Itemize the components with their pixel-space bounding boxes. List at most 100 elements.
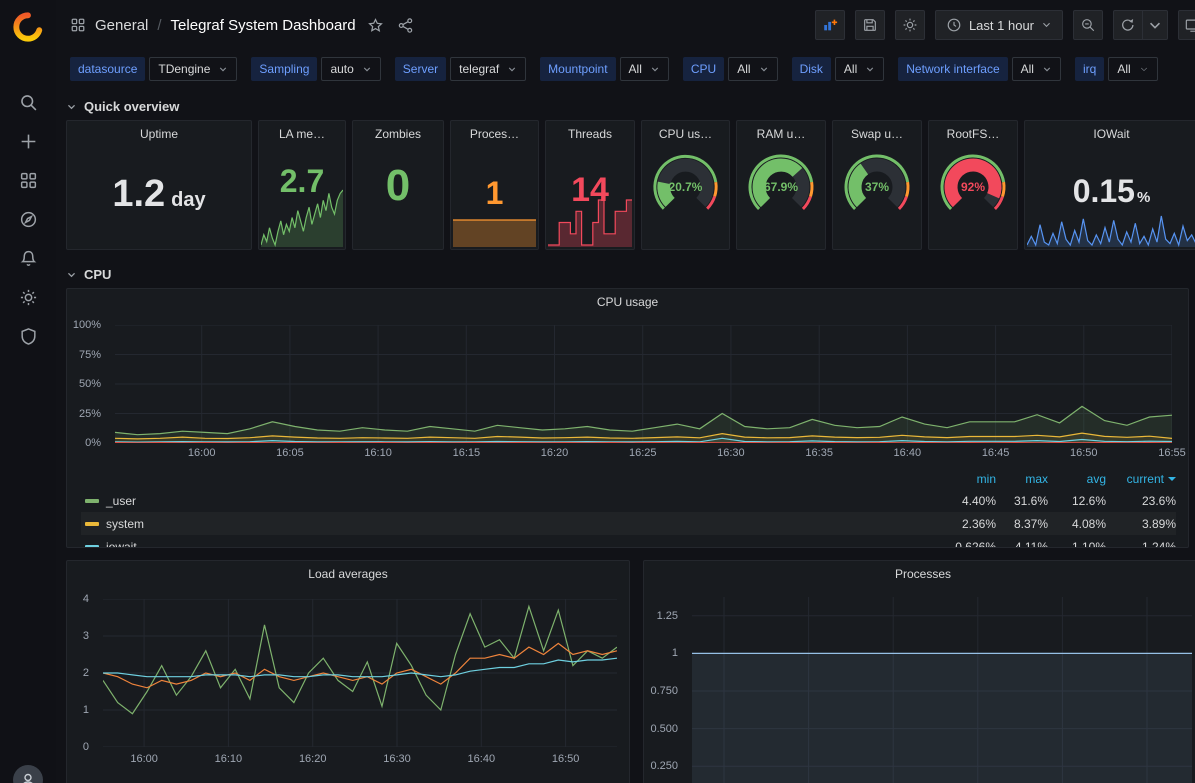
- compass-icon: [19, 210, 38, 229]
- variable-network-interface-value[interactable]: All: [1012, 57, 1061, 81]
- variable-value: All: [844, 62, 857, 76]
- swap-usage-gauge[interactable]: 37%: [833, 149, 921, 221]
- variable-datasource-value[interactable]: TDengine: [149, 57, 237, 81]
- panel-title[interactable]: Zombies: [353, 121, 443, 147]
- panel-swap-usage-gauge: Swap u… 37%: [832, 120, 922, 250]
- panel-title[interactable]: CPU usage: [67, 289, 1188, 315]
- ram-usage-gauge[interactable]: 67.9%: [737, 149, 825, 221]
- x-axis-tick: 16:00: [130, 753, 158, 765]
- zombies-value: 0: [353, 161, 443, 211]
- variable-server-value[interactable]: telegraf: [450, 57, 526, 81]
- grafana-logo[interactable]: [11, 10, 45, 44]
- page-title[interactable]: Telegraf System Dashboard: [171, 17, 356, 34]
- processes-plot[interactable]: [692, 597, 1192, 783]
- legend-value: 3.89%: [1106, 517, 1176, 531]
- series-color-swatch: [85, 545, 99, 549]
- variable-label: Disk: [792, 57, 831, 81]
- panel-title[interactable]: IOWait: [1025, 121, 1195, 147]
- x-axis-tick: 16:00: [188, 447, 216, 459]
- chevron-down-icon: [865, 64, 875, 74]
- panel-title[interactable]: RAM u…: [737, 121, 825, 147]
- variable-label: Sampling: [251, 57, 317, 81]
- variable-sampling-value[interactable]: auto: [321, 57, 380, 81]
- sidebar-item-configuration[interactable]: [8, 281, 48, 313]
- panel-title[interactable]: Threads: [546, 121, 634, 147]
- panel-title[interactable]: LA me…: [259, 121, 345, 147]
- x-axis-tick: 16:55: [1158, 447, 1186, 459]
- bell-icon: [19, 249, 38, 268]
- row-quick-overview[interactable]: Quick overview: [66, 92, 1195, 120]
- sidebar-item-dashboards[interactable]: [8, 164, 48, 196]
- user-avatar[interactable]: [13, 765, 43, 783]
- refresh-button[interactable]: [1113, 10, 1143, 40]
- template-variables-bar: datasource TDengine Sampling auto Server…: [56, 50, 1195, 88]
- legend-row-system[interactable]: system2.36%8.37%4.08%3.89%: [81, 512, 1176, 535]
- variable-value: telegraf: [459, 62, 499, 76]
- panel-title[interactable]: Processes: [644, 561, 1195, 587]
- variable-disk-value[interactable]: All: [835, 57, 884, 81]
- variable-label: Mountpoint: [540, 57, 615, 81]
- panel-iowait: IOWait 0.15%: [1024, 120, 1195, 250]
- sidebar-item-explore[interactable]: [8, 203, 48, 235]
- variable-cpu: CPU All: [683, 57, 778, 81]
- cpu-usage-plot[interactable]: [115, 325, 1172, 443]
- panel-threads: Threads 14: [545, 120, 635, 250]
- panel-title[interactable]: RootFS…: [929, 121, 1017, 147]
- sidebar-item-server-admin[interactable]: [8, 320, 48, 352]
- dashboard-canvas: Quick overview Uptime 1.2day LA me… 2.7 …: [56, 88, 1195, 783]
- load-averages-plot[interactable]: [103, 599, 617, 747]
- refresh-interval-dropdown[interactable]: [1143, 10, 1168, 40]
- x-axis-tick: 16:30: [717, 447, 745, 459]
- legend-row-_user[interactable]: _user4.40%31.6%12.6%23.6%: [81, 489, 1176, 512]
- variable-label: CPU: [683, 57, 724, 81]
- rootfs-gauge[interactable]: 92%: [929, 149, 1017, 221]
- legend-col-max[interactable]: max: [996, 472, 1048, 486]
- panel-title[interactable]: Load averages: [67, 561, 629, 587]
- panel-title[interactable]: CPU us…: [642, 121, 729, 147]
- variable-cpu-value[interactable]: All: [728, 57, 777, 81]
- grafana-logo-icon: [11, 10, 45, 44]
- star-dashboard-button[interactable]: [365, 15, 386, 36]
- save-dashboard-button[interactable]: [855, 10, 885, 40]
- dashboard-settings-button[interactable]: [895, 10, 925, 40]
- legend-value: 1.10%: [1048, 540, 1106, 549]
- legend-value: 8.37%: [996, 517, 1048, 531]
- shield-icon: [19, 327, 38, 346]
- variable-mountpoint-value[interactable]: All: [620, 57, 669, 81]
- variable-value: auto: [330, 62, 353, 76]
- cycle-view-button[interactable]: [1178, 10, 1195, 40]
- legend-value: 4.11%: [996, 540, 1048, 549]
- panel-processes-chart: Processes 0.2500.5000.75011.25: [643, 560, 1195, 783]
- legend-value: 2.36%: [938, 517, 996, 531]
- sidebar-item-alerting[interactable]: [8, 242, 48, 274]
- legend-row-iowait[interactable]: iowait0.626%4.11%1.10%1.24%: [81, 535, 1176, 548]
- legend-value: 4.40%: [938, 494, 996, 508]
- gear-icon: [19, 288, 38, 307]
- legend-col-current[interactable]: current: [1106, 472, 1176, 486]
- variable-disk: Disk All: [792, 57, 885, 81]
- x-axis: 16:0016:0516:1016:1516:2016:2516:3016:35…: [115, 447, 1172, 461]
- time-range-picker[interactable]: Last 1 hour: [935, 10, 1063, 40]
- legend-header: min max avg current: [81, 469, 1176, 489]
- share-dashboard-button[interactable]: [395, 15, 416, 36]
- variable-irq-value[interactable]: All: [1108, 57, 1157, 81]
- panel-zombies: Zombies 0: [352, 120, 444, 250]
- panel-title[interactable]: Proces…: [451, 121, 538, 147]
- zoom-out-time-button[interactable]: [1073, 10, 1103, 40]
- variable-value: TDengine: [158, 62, 210, 76]
- sidebar-item-search[interactable]: [8, 86, 48, 118]
- legend-col-avg[interactable]: avg: [1048, 472, 1106, 486]
- breadcrumb-folder[interactable]: General: [95, 17, 148, 34]
- legend-col-min[interactable]: min: [938, 472, 996, 486]
- row-cpu[interactable]: CPU: [66, 260, 1195, 288]
- processes-sparkline: [453, 217, 536, 247]
- cpu-usage-gauge[interactable]: 20.7%: [642, 149, 729, 221]
- x-axis-tick: 16:40: [894, 447, 922, 459]
- series-name: _user: [106, 494, 136, 508]
- panel-title[interactable]: Uptime: [67, 121, 251, 147]
- panel-title[interactable]: Swap u…: [833, 121, 921, 147]
- add-panel-button[interactable]: [815, 10, 845, 40]
- sidebar-item-create[interactable]: [8, 125, 48, 157]
- x-axis-tick: 16:15: [453, 447, 481, 459]
- variable-value: All: [1021, 62, 1034, 76]
